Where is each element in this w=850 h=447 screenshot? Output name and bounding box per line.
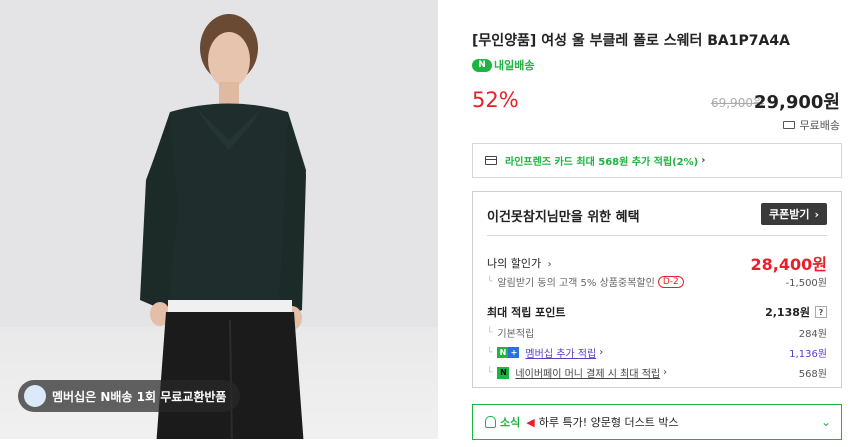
chevron-right-icon: › [547, 259, 552, 270]
news-label: 소식 [500, 416, 521, 429]
shipping-label: 무료배송 [799, 119, 840, 132]
naver-plus-icon: N + [497, 347, 520, 358]
delivery-badge: N 내일배송 [472, 57, 534, 73]
npay-points-row: └ N 네이버페이 머니 결제 시 최대 적립 › 568원 [487, 365, 827, 380]
chevron-right-icon: › [663, 367, 668, 378]
my-price-row: 나의 할인가 › 28,400원 [487, 251, 827, 275]
help-icon[interactable]: ? [815, 306, 827, 318]
card-promo-banner[interactable]: 라인프렌즈 카드 최대 568원 추가 적립(2%) › [472, 143, 842, 178]
news-banner[interactable]: 소식 ◀ 하루 특가! 양문형 더스트 박스 ⌄ [472, 404, 842, 440]
benefit-heading: 이건못참지님만을 위한 혜택 [487, 210, 640, 225]
chevron-down-icon[interactable]: ⌄ [821, 415, 831, 429]
divider [487, 235, 827, 236]
product-image[interactable]: 멤버십은 N배송 1회 무료교환반품 [0, 0, 438, 447]
chevron-right-icon: › [814, 207, 819, 221]
n-delivery-icon: N [472, 58, 492, 72]
base-points-label: 기본적립 [497, 329, 535, 340]
my-price-link[interactable]: 나의 할인가 › [487, 255, 552, 271]
npay-points-value: 568원 [798, 369, 827, 380]
alert-coupon-row: └ 알림받기 동의 고객 5% 상품중복할인 D-2 -1,500원 [487, 274, 827, 289]
max-points-label: 최대 적립 포인트 [487, 306, 566, 319]
chevron-right-icon: › [599, 347, 604, 358]
delivery-label: 내일배송 [494, 59, 535, 72]
bell-icon [485, 416, 496, 428]
my-price-value: 28,400원 [750, 255, 827, 274]
my-price-label: 나의 할인가 [487, 257, 542, 270]
card-icon [485, 156, 497, 165]
photo-bottom-strip [0, 439, 438, 447]
naver-pay-icon: N [497, 366, 510, 379]
membership-badge-text: 멤버십은 N배송 1회 무료교환반품 [52, 389, 227, 404]
alert-coupon-label: 알림받기 동의 고객 5% 상품중복할인 [497, 278, 655, 289]
chevron-right-icon: › [701, 155, 706, 166]
base-points-value: 284원 [798, 329, 827, 340]
max-points-value: 2,138원 [765, 306, 810, 319]
product-title: [무인양품] 여성 울 부클레 폴로 스웨터 BA1P7A4A [472, 33, 790, 49]
tree-branch-icon: └ [487, 367, 493, 378]
membership-points-row: └ N + 멤버십 추가 적립 › 1,136원 [487, 345, 827, 360]
base-points-row: └ 기본적립 284원 [487, 325, 827, 341]
membership-badge: 멤버십은 N배송 1회 무료교환반품 [18, 380, 241, 412]
get-coupon-label: 쿠폰받기 [768, 208, 810, 221]
sale-price: 29,900원 [753, 92, 840, 113]
tree-branch-icon: └ [487, 276, 493, 287]
alert-coupon-value: -1,500원 [785, 278, 827, 289]
npay-points-link[interactable]: 네이버페이 머니 결제 시 최대 적립 [515, 365, 660, 380]
news-text: 하루 특가! 양문형 더스트 박스 [538, 416, 679, 429]
product-info-panel: [무인양품] 여성 울 부클레 폴로 스웨터 BA1P7A4A N 내일배송 5… [472, 0, 850, 447]
megaphone-icon: ◀ [526, 415, 535, 429]
card-promo-text: 라인프렌즈 카드 최대 568원 추가 적립(2%) [505, 157, 699, 168]
membership-icon [24, 385, 46, 407]
tree-branch-icon: └ [487, 347, 493, 358]
benefit-box: 이건못참지님만을 위한 혜택 쿠폰받기 › 나의 할인가 › 28,400원 └… [472, 191, 842, 388]
shipping-info: 무료배송 [782, 117, 840, 133]
membership-points-value: 1,136원 [789, 349, 827, 360]
get-coupon-button[interactable]: 쿠폰받기 › [760, 203, 827, 225]
max-points-row: 최대 적립 포인트 2,138원 ? [487, 304, 827, 320]
truck-icon [782, 121, 795, 129]
tree-branch-icon: └ [487, 327, 493, 338]
membership-points-link[interactable]: 멤버십 추가 적립 [525, 345, 596, 360]
d-day-tag: D-2 [657, 275, 684, 288]
discount-rate: 52% [472, 88, 519, 112]
